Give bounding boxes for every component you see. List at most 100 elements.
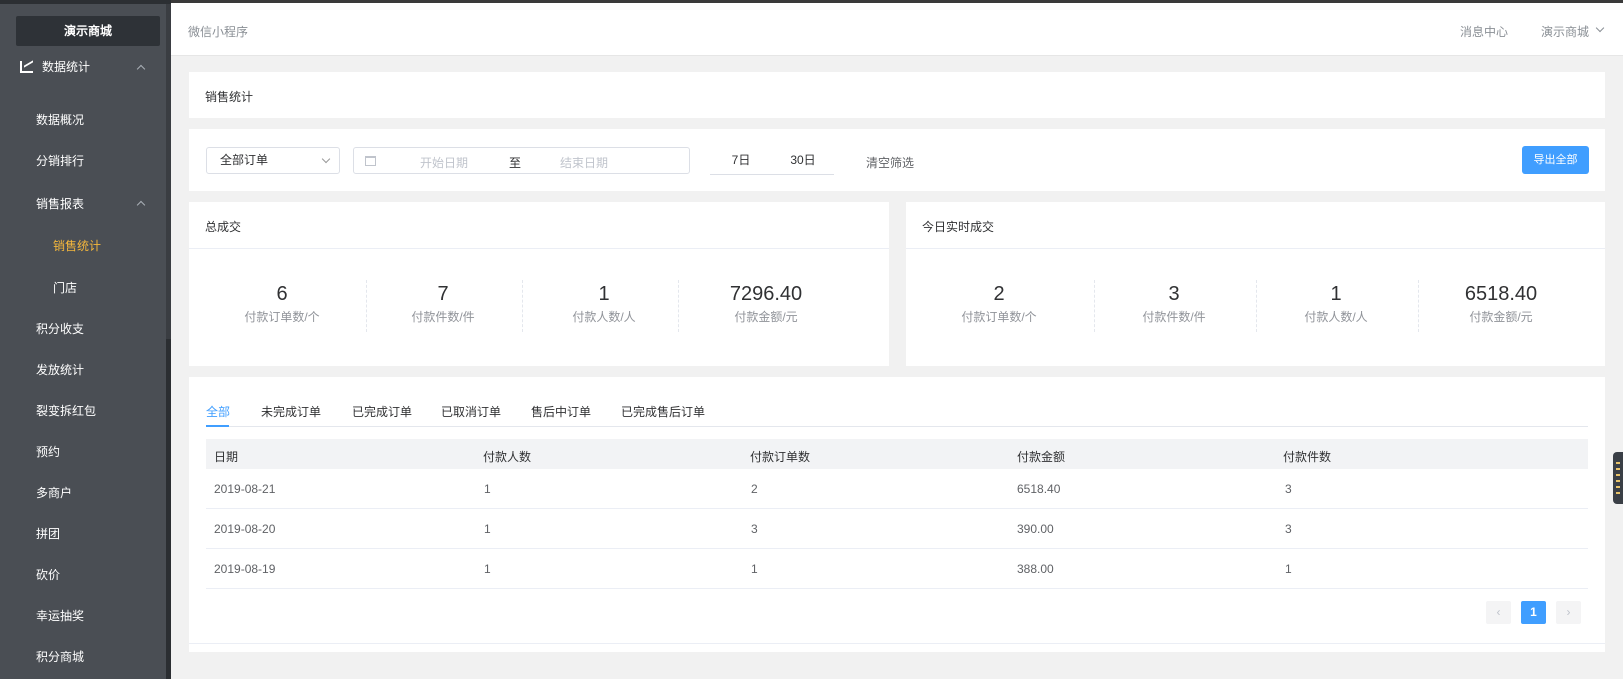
stat-label: 付款金额/元 bbox=[734, 310, 798, 324]
cell-amount: 390.00 bbox=[1017, 522, 1054, 536]
order-type-value: 全部订单 bbox=[220, 153, 269, 167]
stat-paid-orders: 2 付款订单数/个 bbox=[919, 280, 1079, 332]
sidebar-scrollbar-thumb[interactable] bbox=[166, 339, 171, 679]
chart-icon bbox=[20, 61, 33, 73]
handle-dot bbox=[1616, 486, 1620, 488]
tab-unfinished[interactable]: 未完成订单 bbox=[261, 403, 321, 420]
handle-dot bbox=[1616, 480, 1620, 482]
stat-label: 付款人数/人 bbox=[572, 310, 636, 324]
tab-after-sale[interactable]: 售后中订单 bbox=[531, 403, 591, 420]
cell-date: 2019-08-20 bbox=[214, 522, 276, 536]
message-center-link[interactable]: 消息中心 bbox=[1460, 23, 1508, 40]
date-range-picker[interactable]: 开始日期 至 结束日期 bbox=[353, 147, 690, 174]
tab-cancelled[interactable]: 已取消订单 bbox=[441, 403, 501, 420]
shop-dropdown[interactable]: 演示商城 bbox=[1541, 23, 1589, 40]
sidebar-item-multi-merchant[interactable]: 多商户 bbox=[0, 473, 166, 513]
breadcrumb[interactable]: 微信小程序 bbox=[188, 23, 248, 40]
cell-payers: 1 bbox=[484, 562, 491, 576]
sidebar-item-sales-stats[interactable]: 销售统计 bbox=[0, 226, 166, 266]
sidebar-item-booking[interactable]: 预约 bbox=[0, 432, 166, 472]
sidebar-item-issue-stats[interactable]: 发放统计 bbox=[0, 350, 166, 390]
sidebar-item-red-packet[interactable]: 裂变拆红包 bbox=[0, 391, 166, 431]
tab-after-sale-done[interactable]: 已完成售后订单 bbox=[621, 403, 705, 420]
table-row: 2019-08-20 1 3 390.00 3 bbox=[206, 509, 1588, 549]
quick-30-days-button[interactable]: 30日 bbox=[772, 148, 834, 175]
clear-filters-link[interactable]: 清空筛选 bbox=[866, 154, 914, 171]
column-header-payers: 付款人数 bbox=[483, 450, 532, 464]
cell-items: 1 bbox=[1285, 562, 1292, 576]
total-stats-title: 总成交 bbox=[189, 202, 889, 249]
chevron-down-icon bbox=[321, 154, 331, 164]
stat-label: 付款订单数/个 bbox=[244, 310, 320, 324]
floating-side-handle[interactable] bbox=[1613, 452, 1623, 504]
column-header-orders: 付款订单数 bbox=[750, 450, 811, 464]
today-stats-title: 今日实时成交 bbox=[906, 202, 1605, 249]
sidebar-item-points[interactable]: 积分收支 bbox=[0, 309, 166, 349]
cell-orders: 1 bbox=[751, 562, 758, 576]
next-page-button[interactable]: › bbox=[1556, 601, 1581, 624]
cell-payers: 1 bbox=[484, 482, 491, 496]
range-separator: 至 bbox=[509, 156, 522, 170]
today-stats-card: 今日实时成交 2 付款订单数/个 3 付款件数/件 1 付款人数/人 6518.… bbox=[906, 202, 1605, 366]
stat-value: 2 bbox=[993, 283, 1005, 305]
cell-orders: 2 bbox=[751, 482, 758, 496]
sidebar-item-bargain[interactable]: 砍价 bbox=[0, 555, 166, 595]
tab-all[interactable]: 全部 bbox=[206, 403, 230, 420]
sidebar-scrollbar[interactable] bbox=[166, 4, 171, 679]
page-title-card: 销售统计 bbox=[189, 72, 1605, 118]
sidebar-item-group-buy[interactable]: 拼团 bbox=[0, 514, 166, 554]
cell-date: 2019-08-21 bbox=[214, 482, 276, 496]
sidebar: 演示商城 数据统计 数据概况 分销排行 销售报表 销售统计 门店 积分收支 发放… bbox=[0, 0, 171, 679]
stat-value: 1 bbox=[1330, 283, 1342, 305]
total-stats-card: 总成交 6 付款订单数/个 7 付款件数/件 1 付款人数/人 7296.40 … bbox=[189, 202, 889, 366]
stat-label: 付款人数/人 bbox=[1304, 310, 1368, 324]
end-date-input[interactable]: 结束日期 bbox=[560, 154, 608, 171]
column-header-items: 付款件数 bbox=[1283, 450, 1332, 464]
stat-value: 7296.40 bbox=[729, 283, 803, 305]
chevron-up-icon bbox=[136, 64, 146, 74]
stat-paid-items: 7 付款件数/件 bbox=[363, 280, 523, 332]
stat-label: 付款订单数/个 bbox=[961, 310, 1037, 324]
order-type-select[interactable]: 全部订单 bbox=[206, 147, 340, 174]
handle-dot bbox=[1616, 462, 1620, 464]
order-status-tabs: 全部 未完成订单 已完成订单 已取消订单 售后中订单 已完成售后订单 bbox=[206, 377, 1588, 427]
stat-paid-users: 1 付款人数/人 bbox=[1256, 280, 1416, 332]
cell-date: 2019-08-19 bbox=[214, 562, 276, 576]
quick-7-days-button[interactable]: 7日 bbox=[710, 148, 772, 175]
sidebar-section-data-stats[interactable]: 数据统计 bbox=[0, 50, 166, 84]
stat-paid-amount: 7296.40 付款金额/元 bbox=[686, 280, 846, 332]
top-bar: 微信小程序 消息中心 演示商城 bbox=[171, 0, 1623, 56]
chevron-down-icon[interactable] bbox=[1595, 23, 1605, 33]
cell-items: 3 bbox=[1285, 522, 1292, 536]
cell-amount: 388.00 bbox=[1017, 562, 1054, 576]
brand-logo[interactable]: 演示商城 bbox=[16, 16, 160, 46]
sidebar-section-label: 数据统计 bbox=[42, 60, 91, 74]
start-date-input[interactable]: 开始日期 bbox=[420, 154, 468, 171]
sidebar-item-store[interactable]: 门店 bbox=[0, 268, 166, 308]
stat-paid-orders: 6 付款订单数/个 bbox=[202, 280, 362, 332]
sidebar-item-points-mall[interactable]: 积分商城 bbox=[0, 637, 166, 677]
export-all-button[interactable]: 导出全部 bbox=[1522, 146, 1589, 174]
prev-page-button[interactable]: ‹ bbox=[1486, 601, 1511, 624]
divider bbox=[522, 280, 523, 332]
sidebar-item-sales-report[interactable]: 销售报表 bbox=[0, 184, 166, 224]
sidebar-item-distribution-rank[interactable]: 分销排行 bbox=[0, 141, 166, 181]
column-header-date: 日期 bbox=[214, 450, 239, 464]
divider bbox=[1418, 280, 1419, 332]
page-title: 销售统计 bbox=[205, 90, 254, 104]
active-tab-indicator bbox=[206, 425, 229, 427]
handle-dot bbox=[1616, 474, 1620, 476]
handle-dot bbox=[1616, 492, 1620, 494]
stat-value: 3 bbox=[1168, 283, 1180, 305]
divider bbox=[678, 280, 679, 332]
stat-paid-amount: 6518.40 付款金额/元 bbox=[1421, 280, 1581, 332]
page-number-button[interactable]: 1 bbox=[1521, 601, 1546, 624]
sales-table-card: 全部 未完成订单 已完成订单 已取消订单 售后中订单 已完成售后订单 日期 付款… bbox=[189, 377, 1605, 643]
cell-items: 3 bbox=[1285, 482, 1292, 496]
sidebar-item-overview[interactable]: 数据概况 bbox=[0, 100, 166, 140]
cell-orders: 3 bbox=[751, 522, 758, 536]
tab-finished[interactable]: 已完成订单 bbox=[352, 403, 412, 420]
sidebar-item-lottery[interactable]: 幸运抽奖 bbox=[0, 596, 166, 636]
stat-paid-users: 1 付款人数/人 bbox=[524, 280, 684, 332]
cell-amount: 6518.40 bbox=[1017, 482, 1061, 496]
